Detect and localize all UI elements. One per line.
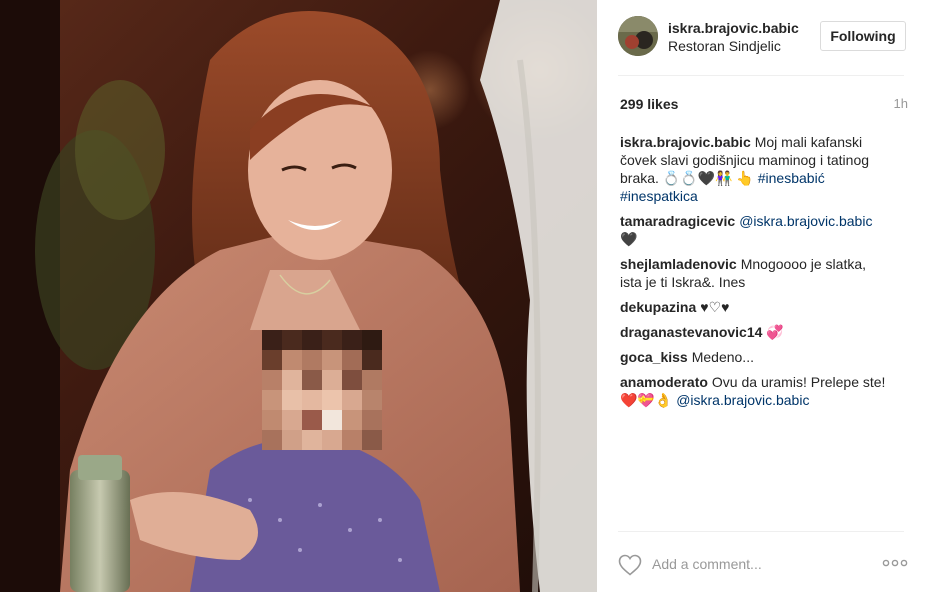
comment-text: ♥♡♥ [700, 299, 730, 315]
mention-link[interactable]: @iskra.brajovic.babic [739, 213, 872, 229]
comment-username[interactable]: draganastevanovic14 [620, 324, 762, 340]
instagram-post-modal: iskra.brajovic.babic Restoran Sindjelic … [0, 0, 925, 592]
add-comment-input[interactable] [652, 553, 852, 575]
hashtag[interactable]: #inespatkica [620, 188, 698, 204]
caption-username[interactable]: iskra.brajovic.babic [620, 134, 751, 150]
comment-username[interactable]: anamoderato [620, 374, 708, 390]
comment-username[interactable]: dekupazina [620, 299, 696, 315]
hashtag[interactable]: #inesbabić [758, 170, 825, 186]
post-time[interactable]: 1h [894, 96, 908, 111]
more-options-icon[interactable] [882, 558, 908, 568]
post-sidebar: iskra.brajovic.babic Restoran Sindjelic … [597, 0, 925, 592]
avatar[interactable] [618, 16, 658, 56]
photo-illustration [0, 0, 597, 592]
heart-outline-icon[interactable] [618, 554, 642, 576]
comment-emoji: ❤️💝👌 [620, 392, 673, 408]
following-button[interactable]: Following [820, 21, 906, 51]
comment-item: anamoderato Ovu da uramis! Prelepe ste! ❤… [620, 373, 888, 409]
post-username[interactable]: iskra.brajovic.babic [668, 20, 799, 36]
post-location[interactable]: Restoran Sindjelic [668, 38, 781, 54]
post-photo[interactable] [0, 0, 597, 592]
add-comment-row [618, 546, 908, 582]
comment-text: 🖤 [620, 231, 638, 247]
caption: iskra.brajovic.babic Moj mali kafanski čo… [620, 133, 888, 205]
comment-item: goca_kiss Medeno... [620, 348, 888, 366]
comment-username[interactable]: goca_kiss [620, 349, 688, 365]
blurred-face [262, 330, 382, 450]
comment-item: tamaradragicevic @iskra.brajovic.babic 🖤 [620, 212, 888, 248]
comment-text: 💞 [766, 324, 784, 340]
comment-item: draganastevanovic14 💞 [620, 323, 888, 341]
post-header: iskra.brajovic.babic Restoran Sindjelic … [618, 16, 906, 58]
divider [618, 75, 904, 76]
mention-link[interactable]: @iskra.brajovic.babic [676, 392, 809, 408]
likes-count[interactable]: 299 likes [620, 96, 678, 112]
comment-item: dekupazina ♥♡♥ [620, 298, 888, 316]
comment-username[interactable]: tamaradragicevic [620, 213, 735, 229]
comment-text: Ovu da uramis! Prelepe ste! [711, 374, 886, 390]
avatar-image [618, 16, 658, 56]
divider [618, 531, 904, 532]
comment-item: shejlamladenovic Mnogoooo je slatka, ista… [620, 255, 888, 291]
comment-username[interactable]: shejlamladenovic [620, 256, 737, 272]
comments-list: iskra.brajovic.babic Moj mali kafanski čo… [620, 133, 888, 416]
comment-text: Medeno... [691, 349, 754, 365]
